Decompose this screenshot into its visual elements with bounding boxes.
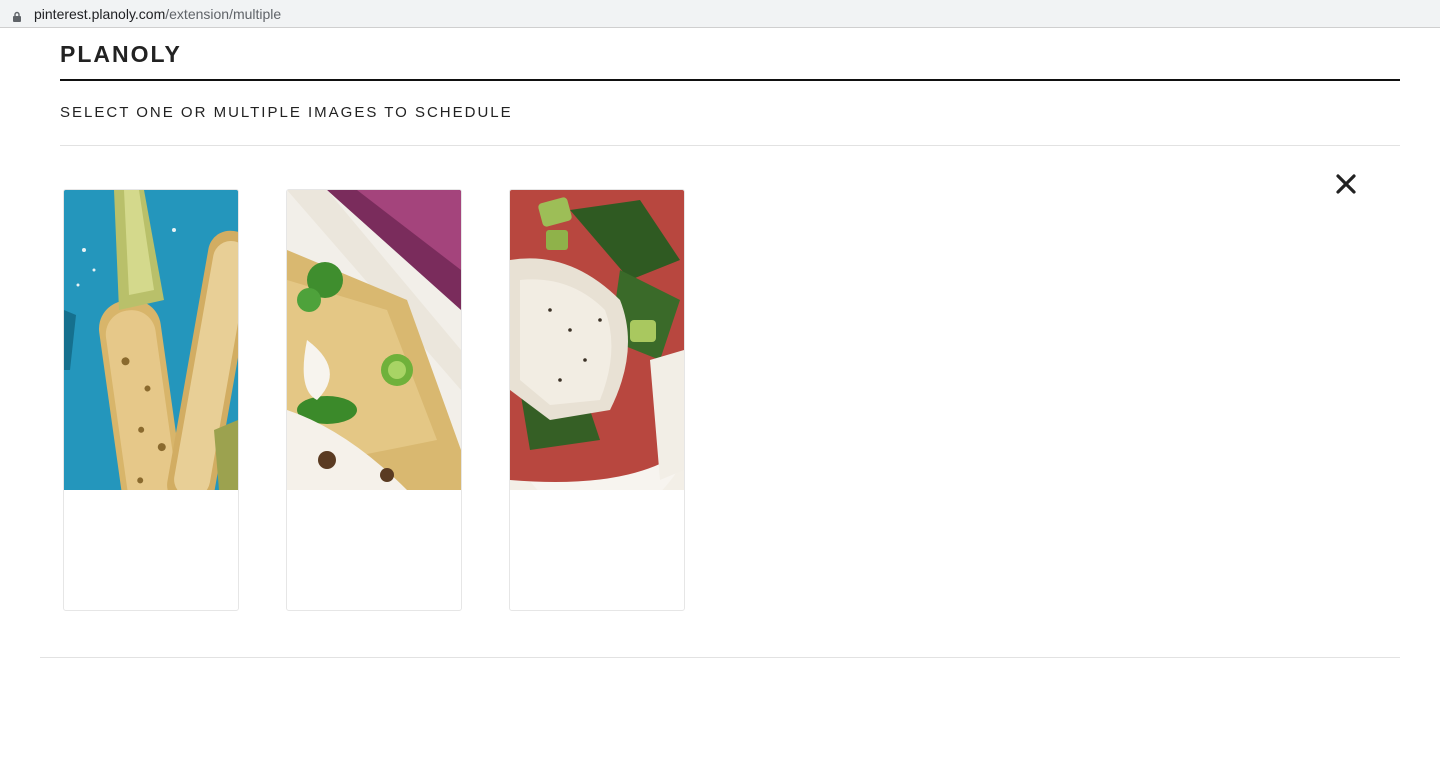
image-card-1[interactable]: [63, 189, 239, 611]
page-subtitle: SELECT ONE OR MULTIPLE IMAGES TO SCHEDUL…: [60, 104, 513, 121]
close-button[interactable]: [1332, 170, 1360, 198]
browser-url-bar[interactable]: pinterest.planoly.com/extension/multiple: [0, 0, 1440, 28]
header-divider: [60, 79, 1400, 81]
grilled-corn-image: [64, 190, 238, 490]
subtitle-divider: [60, 145, 1400, 146]
close-icon: [1336, 174, 1356, 194]
url-text[interactable]: pinterest.planoly.com/extension/multiple: [34, 6, 281, 22]
footer-divider: [40, 657, 1400, 658]
fish-vegetables-image: [510, 190, 684, 490]
brand-logo: PLANOLY: [60, 41, 182, 67]
image-card-2[interactable]: [286, 189, 462, 611]
image-card-3[interactable]: [509, 189, 685, 611]
url-path: /extension/multiple: [165, 6, 282, 22]
lock-icon: [12, 9, 22, 22]
taco-image: [287, 190, 461, 490]
url-host: pinterest.planoly.com: [34, 6, 166, 22]
